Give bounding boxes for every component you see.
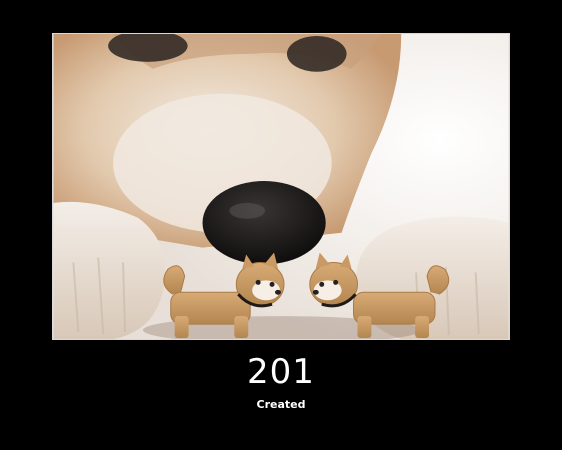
status-label: Created xyxy=(256,398,306,411)
status-code: 201 xyxy=(247,352,315,392)
dog-photo xyxy=(52,33,510,340)
dog-photo-illustration xyxy=(53,34,509,339)
dog-nose xyxy=(202,181,326,265)
dog-eye-right xyxy=(286,35,347,72)
status-poster: 201 Created xyxy=(0,0,562,450)
